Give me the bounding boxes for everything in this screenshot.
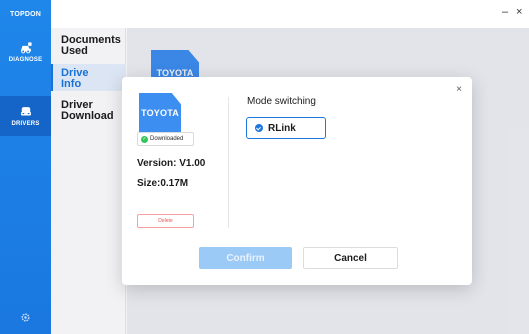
dialog-close-icon[interactable]: ×: [456, 84, 462, 95]
cancel-button[interactable]: Cancel: [303, 247, 398, 269]
size-text: Size:0.17M: [137, 178, 189, 189]
car-drivers-icon: [20, 107, 31, 116]
mode-switching-title: Mode switching: [247, 96, 316, 107]
rail-item-diagnose[interactable]: DIAGNOSE: [0, 32, 51, 72]
brand-logo: TOPDON: [9, 10, 42, 18]
dialog-brand-label: TOYOTA: [141, 108, 179, 118]
version-text: Version: V1.00: [137, 158, 206, 169]
delete-button[interactable]: Delete: [137, 214, 194, 228]
mode-dialog: × TOYOTA ✓ Downloaded Version: V1.00 Siz…: [122, 77, 472, 285]
window-close-button[interactable]: ×: [516, 7, 522, 18]
confirm-button[interactable]: Confirm: [199, 247, 292, 269]
divider: [228, 97, 229, 228]
minimize-button[interactable]: –: [502, 7, 508, 18]
left-rail: TOPDON DIAGNOSE DRIVERS: [0, 0, 51, 334]
check-circle-icon: ✓: [141, 135, 148, 143]
rail-item-label: DRIVERS: [11, 121, 40, 127]
mode-option-rlink[interactable]: RLink: [246, 117, 326, 139]
rail-item-drivers[interactable]: DRIVERS: [0, 96, 51, 136]
title-bar: – ×: [51, 0, 529, 28]
app-window: TOPDON DIAGNOSE DRIVERS – × Documents Us…: [0, 0, 529, 334]
car-diagnose-icon: [20, 42, 32, 54]
check-icon: [255, 124, 263, 132]
rail-item-label: DIAGNOSE: [8, 57, 43, 63]
mode-option-label: RLink: [268, 122, 296, 134]
downloaded-badge: ✓ Downloaded: [137, 132, 194, 146]
badge-label: Downloaded: [150, 136, 184, 142]
gear-icon[interactable]: [20, 312, 31, 323]
